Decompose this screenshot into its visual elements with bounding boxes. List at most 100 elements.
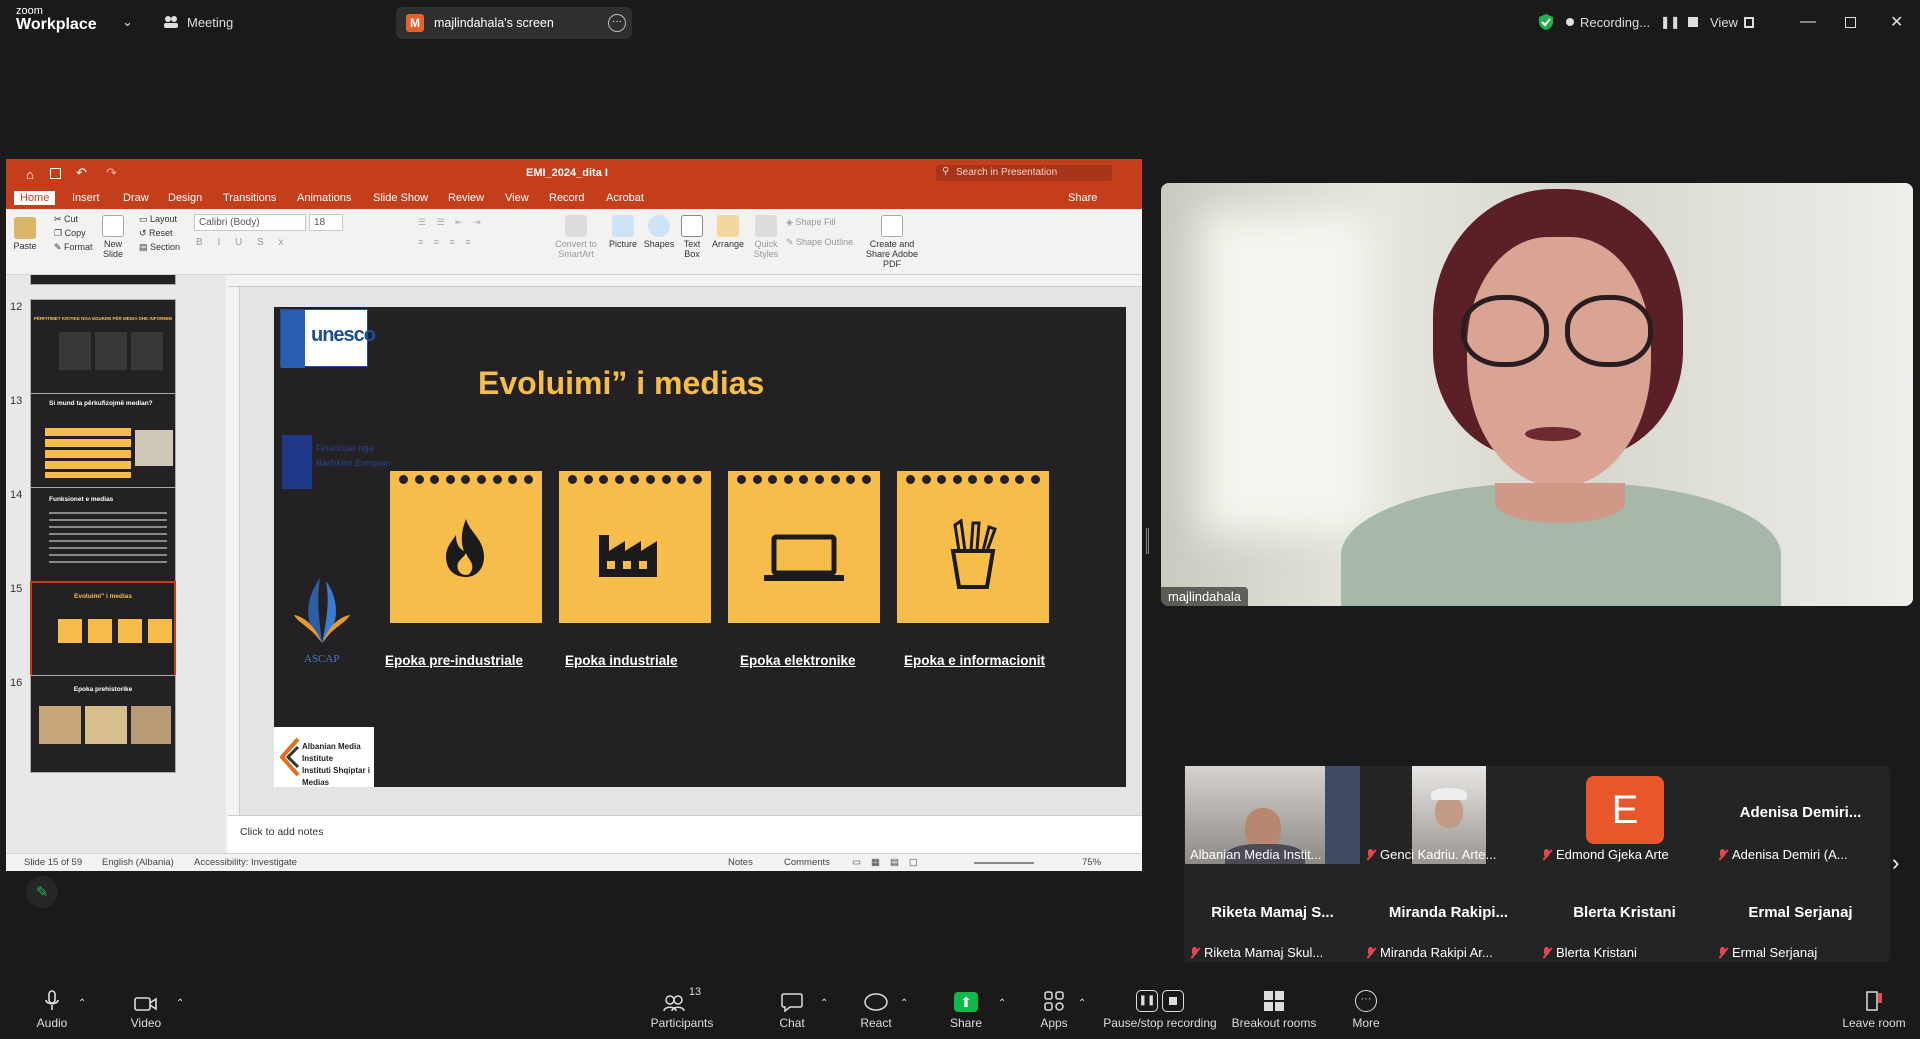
home-icon[interactable]: ⌂ (26, 167, 34, 182)
thumbnail-15-selected[interactable]: Evoluimi" i medias (30, 581, 176, 679)
notes-pane[interactable]: Click to add notes (228, 815, 1142, 853)
comments-toggle[interactable]: Comments (784, 857, 830, 868)
video-button[interactable]: Video (124, 980, 168, 1039)
ribbon-home: Paste ✂ Cut ❐ Copy ✎ Format New Slide ▭ … (6, 209, 1142, 275)
format-painter-button[interactable]: ✎ Format (54, 242, 93, 253)
reset-button[interactable]: ↺ Reset (139, 228, 173, 239)
paste-button[interactable]: Paste (12, 217, 38, 252)
chat-button[interactable]: Chat (770, 980, 814, 1039)
tab-home[interactable]: Home (14, 191, 56, 205)
pause-icon[interactable]: ❚❚ (1660, 15, 1680, 29)
participant-tile-edmond[interactable]: E Edmond Gjeka Arte (1537, 766, 1712, 864)
react-options-caret-icon[interactable]: ⌃ (900, 998, 908, 1009)
tab-review[interactable]: Review (448, 192, 484, 204)
create-share-pdf-button[interactable]: Create and Share Adobe PDF (862, 215, 922, 270)
participants-button[interactable]: 13 Participants (646, 980, 718, 1039)
meeting-menu-button[interactable]: Meeting (163, 0, 233, 44)
shared-screen-pill[interactable]: M majlindahala's screen ··· (396, 7, 632, 39)
gallery-next-arrow-icon[interactable]: › (1892, 850, 1899, 876)
chevron-down-icon[interactable]: ⌄ (122, 0, 133, 44)
quick-styles-button[interactable]: Quick Styles (750, 215, 782, 260)
audio-button[interactable]: Audio (30, 980, 74, 1039)
thumbnail-12[interactable]: PËRFITIMET KRITIKE NGA EDUKIMI PËR MEDIA… (30, 299, 176, 397)
list-buttons[interactable]: ☰ ☰ ⇤ ⇥ (418, 217, 485, 228)
tab-draw[interactable]: Draw (123, 192, 149, 204)
new-slide-button[interactable]: New Slide (96, 215, 130, 260)
participant-tile-riketa[interactable]: Riketa Mamaj S... Riketa Mamaj Skul... (1185, 864, 1360, 962)
share-options-caret-icon[interactable]: ⌃ (998, 998, 1006, 1009)
audio-options-caret-icon[interactable]: ⌃ (78, 998, 86, 1009)
arrange-button[interactable]: Arrange (710, 215, 746, 250)
slide-thumbnail-panel[interactable]: 12 PËRFITIMET KRITIKE NGA EDUKIMI PËR ME… (6, 275, 226, 853)
participant-tile-albanian-media[interactable]: Albanian Media Instit... (1185, 766, 1360, 864)
stop-icon[interactable] (1688, 17, 1699, 27)
participant-tile-adenisa[interactable]: Adenisa Demiri... Adenisa Demiri (A... (1713, 766, 1888, 864)
picture-button[interactable]: Picture (606, 215, 640, 250)
section-button[interactable]: ▤ Section (139, 242, 180, 253)
undo-icon[interactable]: ↶ (76, 165, 87, 181)
cut-button[interactable]: ✂ Cut (54, 214, 78, 225)
breakout-rooms-button[interactable]: Breakout rooms (1230, 980, 1318, 1039)
zoom-slider[interactable] (974, 862, 1034, 864)
minimize-button[interactable]: — (1800, 0, 1816, 44)
split-handle[interactable] (1146, 528, 1149, 554)
section-label: Section (150, 242, 181, 252)
tab-animations[interactable]: Animations (297, 192, 351, 204)
tab-record[interactable]: Record (549, 192, 584, 204)
react-button[interactable]: React (854, 980, 898, 1039)
layout-button[interactable]: ▭ Layout (139, 214, 177, 225)
copy-button[interactable]: ❐ Copy (54, 228, 86, 239)
view-button[interactable]: View (1710, 0, 1754, 44)
tab-view[interactable]: View (505, 192, 529, 204)
thumbnail-14[interactable]: Funksionet e medias (30, 487, 176, 585)
chat-options-caret-icon[interactable]: ⌃ (820, 998, 828, 1009)
layout-label: Layout (150, 214, 178, 224)
redo-icon[interactable]: ↷ (106, 165, 117, 181)
active-speaker-video[interactable]: majlindahala (1161, 183, 1913, 606)
save-icon[interactable] (50, 168, 61, 179)
tab-slide-show[interactable]: Slide Show (373, 192, 428, 204)
pause-stop-recording-button[interactable]: ❚❚ Pause/stop recording (1100, 980, 1220, 1039)
more-button[interactable]: ··· More (1344, 980, 1388, 1039)
language-status[interactable]: English (Albania) (102, 857, 174, 868)
tab-design[interactable]: Design (168, 192, 202, 204)
apps-button[interactable]: Apps (1032, 980, 1076, 1039)
shape-fill-button[interactable]: ◈ Shape Fill (786, 217, 835, 228)
participant-tile-genci[interactable]: Genci Kadriu. Arte... (1361, 766, 1536, 864)
notes-toggle[interactable]: Notes (728, 857, 753, 868)
zoom-level[interactable]: 75% (1082, 857, 1101, 868)
current-slide[interactable]: unesco Financuar nga Bashkimi Evropian A… (274, 307, 1126, 787)
annotate-pencil-icon[interactable]: ✎ (26, 876, 58, 908)
tab-acrobat[interactable]: Acrobat (606, 192, 644, 204)
more-options-icon[interactable]: ··· (608, 14, 626, 32)
slide-editing-area[interactable]: unesco Financuar nga Bashkimi Evropian A… (228, 275, 1142, 853)
shapes-button[interactable]: Shapes (642, 215, 676, 250)
convert-smartart-button[interactable]: Convert to SmartArt (552, 215, 600, 260)
video-options-caret-icon[interactable]: ⌃ (176, 998, 184, 1009)
apps-options-caret-icon[interactable]: ⌃ (1078, 998, 1086, 1009)
tab-insert[interactable]: Insert (72, 192, 100, 204)
accessibility-status[interactable]: Accessibility: Investigate (194, 857, 297, 868)
participant-tile-ermal[interactable]: Ermal Serjanaj Ermal Serjanaj (1713, 864, 1888, 962)
share-button[interactable]: Share (1068, 192, 1097, 204)
restore-button[interactable] (1845, 0, 1856, 44)
participant-tile-blerta[interactable]: Blerta Kristani Blerta Kristani (1537, 864, 1712, 962)
share-screen-button[interactable]: ⬆ Share (944, 980, 988, 1039)
close-button[interactable]: ✕ (1890, 0, 1903, 44)
leave-room-button[interactable]: Leave room (1838, 980, 1910, 1039)
thumbnail-16[interactable]: Epoka prehistorike (30, 675, 176, 773)
ppt-search-box[interactable]: ⚲ Search in Presentation (936, 165, 1112, 181)
participant-tile-miranda[interactable]: Miranda Rakipi... Miranda Rakipi Ar... (1361, 864, 1536, 962)
font-name-select[interactable]: Calibri (Body) (194, 214, 306, 231)
shape-outline-button[interactable]: ✎ Shape Outline (786, 237, 853, 248)
font-size-select[interactable]: 18 (309, 214, 343, 231)
recording-status[interactable]: Recording... ❚❚ (1538, 0, 1699, 44)
thumbnail-11[interactable] (30, 275, 176, 285)
tab-transitions[interactable]: Transitions (223, 192, 276, 204)
align-buttons[interactable]: ≡ ≡ ≡ ≡ (418, 237, 475, 247)
thumbnail-number: 12 (10, 301, 23, 313)
font-style-buttons[interactable]: B I U S x (196, 237, 289, 248)
thumbnail-13[interactable]: Si mund ta përkufizojmë median? (30, 393, 176, 491)
text-box-button[interactable]: Text Box (678, 215, 706, 260)
view-mode-buttons[interactable]: ▭▦▤▢ (852, 857, 928, 868)
